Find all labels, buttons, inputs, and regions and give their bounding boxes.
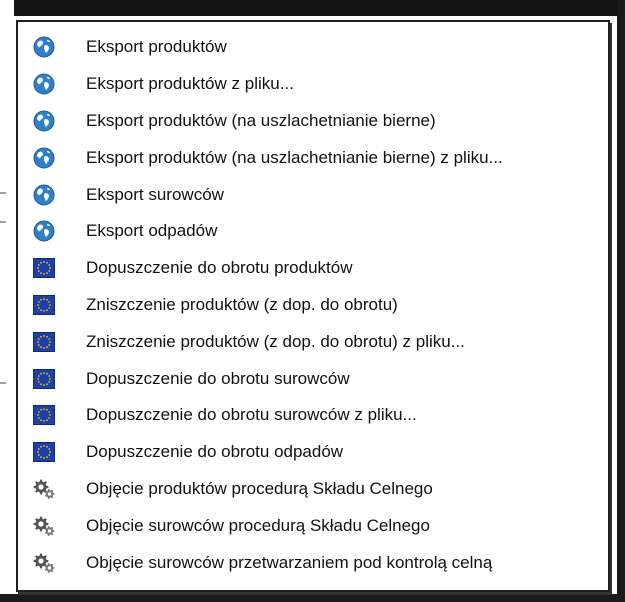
menu-item[interactable]: Eksport produktów — [18, 29, 608, 66]
eu-flag-icon — [18, 441, 86, 463]
menu-item-label: Objęcie produktów procedurą Składu Celne… — [86, 478, 433, 498]
eu-flag-icon — [18, 404, 86, 426]
menu-item-label: Eksport produktów (na uszlachetnianie bi… — [86, 147, 503, 167]
menu-item[interactable]: Eksport produktów (na uszlachetnianie bi… — [18, 139, 608, 176]
menu-item-label: Eksport produktów (na uszlachetnianie bi… — [86, 110, 436, 130]
globe-icon — [18, 147, 86, 169]
menu-item[interactable]: Objęcie surowców procedurą Składu Celneg… — [18, 507, 608, 544]
window-right-edge — [617, 0, 625, 602]
window-top-edge — [0, 0, 625, 16]
menu-item-label: Eksport produktów — [86, 37, 227, 57]
menu-item[interactable]: Eksport produktów (na uszlachetnianie bi… — [18, 103, 608, 140]
menu-item[interactable]: Dopuszczenie do obrotu surowców — [18, 360, 608, 397]
globe-icon — [18, 110, 86, 132]
menu-item[interactable]: Zniszczenie produktów (z dop. do obrotu) — [18, 287, 608, 324]
menu-item[interactable]: Eksport odpadów — [18, 213, 608, 250]
gears-icon — [18, 515, 86, 537]
menu-item-label: Dopuszczenie do obrotu surowców z pliku.… — [86, 405, 417, 425]
menu-list: Eksport produktów Eksport produktów z pl… — [18, 29, 608, 581]
background-window-fragments — [0, 16, 14, 596]
menu-item[interactable]: Eksport produktów z pliku... — [18, 66, 608, 103]
menu-item[interactable]: Objęcie surowców przetwarzaniem pod kont… — [18, 544, 608, 581]
window-bottom-edge — [0, 594, 625, 602]
menu-item-label: Zniszczenie produktów (z dop. do obrotu)… — [86, 331, 465, 351]
globe-icon — [18, 220, 86, 242]
menu-item[interactable]: Objęcie produktów procedurą Składu Celne… — [18, 471, 608, 508]
menu-item-label: Objęcie surowców przetwarzaniem pod kont… — [86, 552, 493, 572]
gears-icon — [18, 552, 86, 574]
context-menu: Eksport produktów Eksport produktów z pl… — [16, 20, 610, 592]
menu-item[interactable]: Eksport surowców — [18, 176, 608, 213]
menu-item-label: Eksport odpadów — [86, 221, 218, 241]
menu-item-label: Dopuszczenie do obrotu surowców — [86, 368, 350, 388]
menu-item[interactable]: Zniszczenie produktów (z dop. do obrotu)… — [18, 323, 608, 360]
globe-icon — [18, 73, 86, 95]
eu-flag-icon — [18, 331, 86, 353]
menu-item-label: Eksport produktów z pliku... — [86, 74, 294, 94]
eu-flag-icon — [18, 368, 86, 390]
menu-item-label: Objęcie surowców procedurą Składu Celneg… — [86, 515, 430, 535]
globe-icon — [18, 36, 86, 58]
gears-icon — [18, 478, 86, 500]
menu-item-label: Eksport surowców — [86, 184, 224, 204]
menu-item[interactable]: Dopuszczenie do obrotu odpadów — [18, 434, 608, 471]
menu-item-label: Zniszczenie produktów (z dop. do obrotu) — [86, 294, 398, 314]
menu-item[interactable]: Dopuszczenie do obrotu produktów — [18, 250, 608, 287]
menu-item-label: Dopuszczenie do obrotu produktów — [86, 258, 353, 278]
menu-item-label: Dopuszczenie do obrotu odpadów — [86, 442, 344, 462]
menu-item[interactable]: Dopuszczenie do obrotu surowców z pliku.… — [18, 397, 608, 434]
eu-flag-icon — [18, 257, 86, 279]
globe-icon — [18, 184, 86, 206]
eu-flag-icon — [18, 294, 86, 316]
